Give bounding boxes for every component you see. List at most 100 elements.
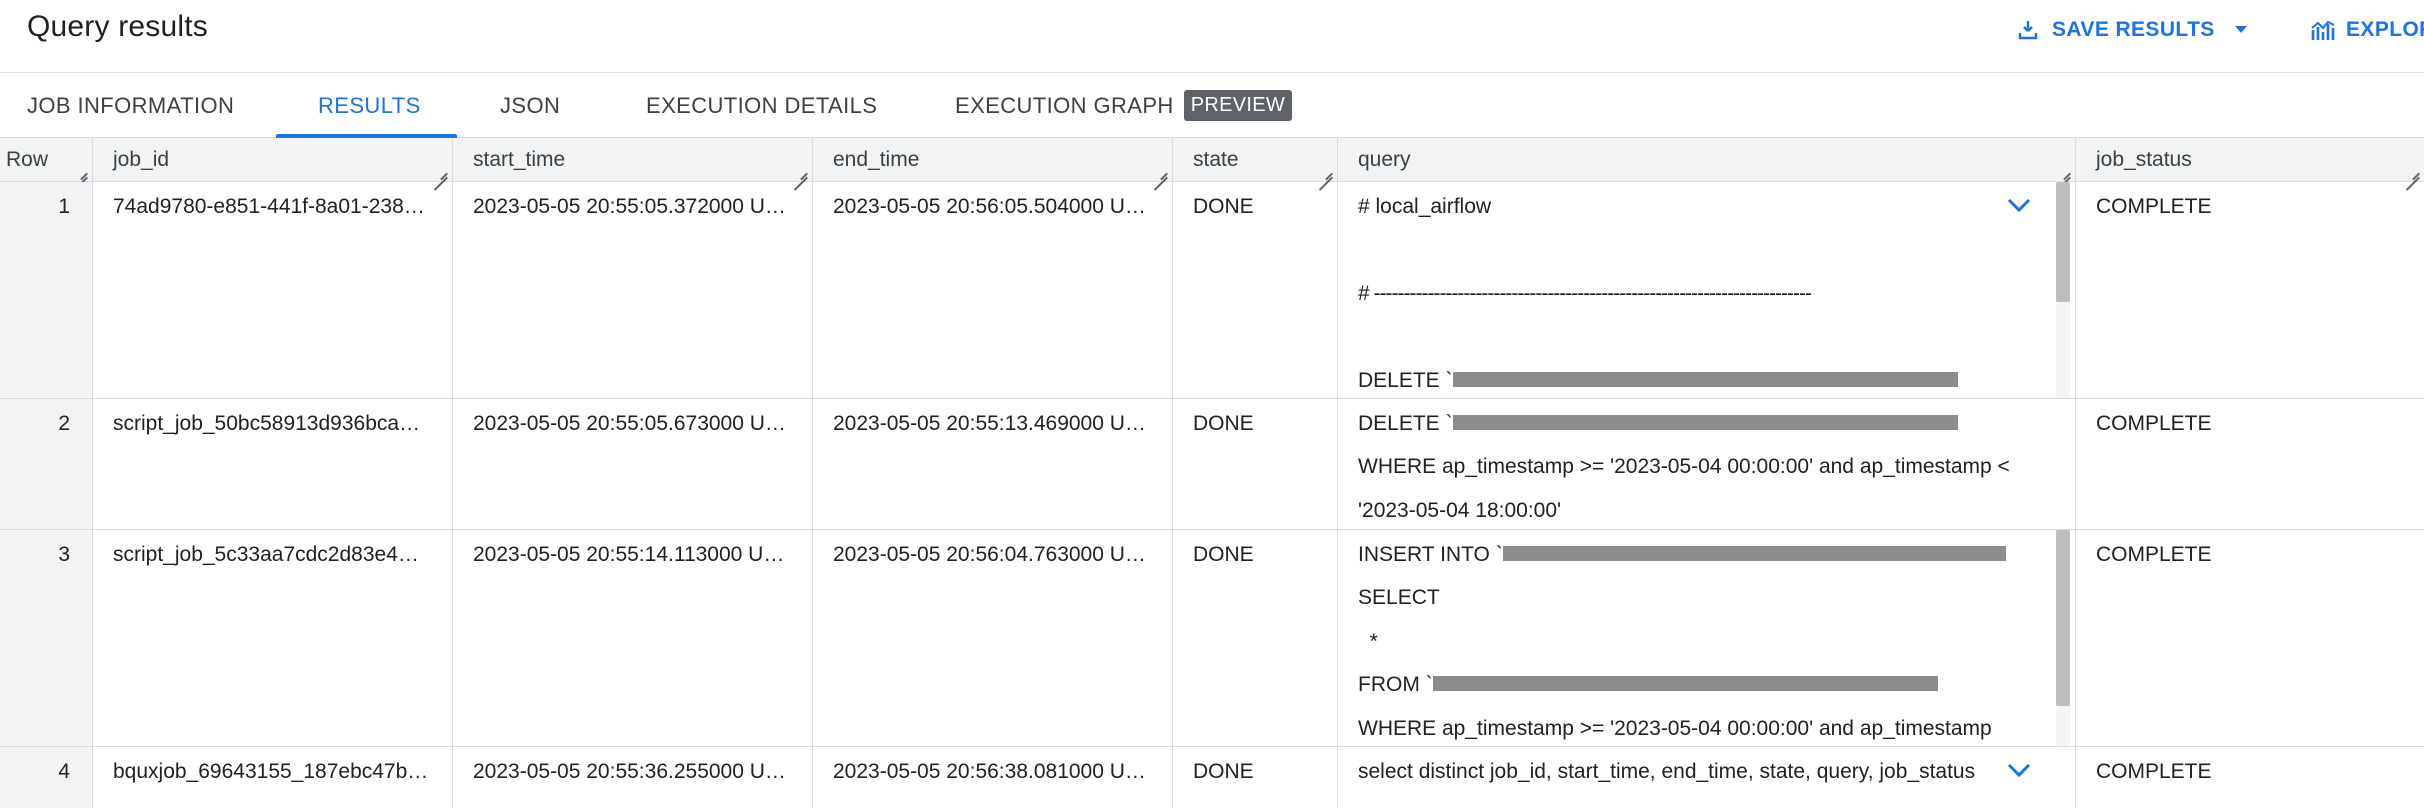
tab-label: EXECUTION GRAPH	[955, 92, 1174, 118]
query-scrollbar[interactable]	[2056, 182, 2070, 302]
state-cell[interactable]: DONE	[1173, 182, 1338, 398]
job-id-cell[interactable]: script_job_50bc58913d936bca…	[93, 399, 453, 529]
download-icon	[2016, 18, 2040, 42]
column-resize-handle[interactable]	[434, 164, 448, 178]
row-number: 2	[0, 399, 93, 529]
column-label: Row	[6, 148, 49, 171]
column-resize-handle[interactable]	[1154, 164, 1168, 178]
table-row: 3 script_job_5c33aa7cdc2d83e4… 2023-05-0…	[0, 530, 2424, 747]
row-number: 4	[0, 747, 93, 808]
row-number: 3	[0, 530, 93, 746]
column-header-start-time[interactable]: start_time	[453, 138, 813, 182]
redacted-block	[1432, 676, 1938, 692]
column-label: state	[1193, 148, 1239, 171]
query-line: select distinct job_id, start_time, end_…	[1358, 761, 1976, 783]
job-status-cell[interactable]: COMPLETE	[2076, 399, 2424, 529]
results-header: Query results SAVE RESULTS EXPLORE	[0, 0, 2424, 72]
column-resize-handle[interactable]	[794, 164, 808, 178]
tab-label: JSON	[500, 92, 561, 118]
column-header-state[interactable]: state	[1173, 138, 1338, 182]
column-label: job_status	[2096, 148, 2192, 171]
state-cell[interactable]: DONE	[1173, 399, 1338, 529]
query-scrollbar[interactable]	[2056, 530, 2070, 706]
column-resize-handle[interactable]	[2406, 164, 2420, 178]
results-tabs: JOB INFORMATION RESULTS JSON EXECUTION D…	[0, 72, 2424, 138]
query-line: DELETE `	[1358, 413, 2035, 456]
end-time-cell[interactable]: 2023-05-05 20:56:38.081000 U…	[813, 747, 1173, 808]
query-cell[interactable]: # local_airflow # ----------------------…	[1338, 182, 2076, 398]
column-header-row[interactable]: Row	[0, 138, 93, 182]
query-line: # local_airflow	[1358, 196, 1492, 218]
state-cell[interactable]: DONE	[1173, 747, 1338, 808]
column-header-job-id[interactable]: job_id	[93, 138, 453, 182]
column-resize-handle[interactable]	[74, 164, 88, 178]
job-status-cell[interactable]: COMPLETE	[2076, 747, 2424, 808]
start-time-cell[interactable]: 2023-05-05 20:55:36.255000 U…	[453, 747, 813, 808]
tab-label: JOB INFORMATION	[27, 92, 235, 118]
column-label: start_time	[473, 148, 566, 171]
chevron-down-icon[interactable]	[2004, 757, 2034, 785]
save-results-button[interactable]: SAVE RESULTS	[2016, 12, 2249, 48]
query-cell[interactable]: select distinct job_id, start_time, end_…	[1338, 747, 2076, 808]
column-label: end_time	[833, 148, 920, 171]
start-time-cell[interactable]: 2023-05-05 20:55:14.113000 U…	[453, 530, 813, 746]
end-time-cell[interactable]: 2023-05-05 20:56:04.763000 U…	[813, 530, 1173, 746]
query-cell[interactable]: INSERT INTO ` SELECT * FROM ` WHERE ap_t…	[1338, 530, 2076, 746]
explore-data-label: EXPLORE	[2346, 18, 2424, 41]
query-line: INSERT INTO `	[1358, 544, 2035, 587]
redacted-block	[1452, 414, 1958, 430]
job-id-cell[interactable]: 74ad9780-e851-441f-8a01-238…	[93, 182, 453, 398]
preview-badge: PREVIEW	[1183, 90, 1293, 121]
query-line: DELETE `	[1358, 370, 2035, 398]
save-results-label: SAVE RESULTS	[2052, 18, 2215, 41]
chevron-down-icon[interactable]	[2004, 192, 2034, 220]
column-label: query	[1358, 148, 1411, 171]
column-header-job-status[interactable]: job_status	[2076, 138, 2424, 182]
job-status-cell[interactable]: COMPLETE	[2076, 530, 2424, 746]
tab-label: RESULTS	[318, 92, 421, 118]
job-id-cell[interactable]: script_job_5c33aa7cdc2d83e4…	[93, 530, 453, 746]
table-row: 4 bquxjob_69643155_187ebc47b… 2023-05-05…	[0, 747, 2424, 808]
tab-label: EXECUTION DETAILS	[646, 92, 878, 118]
query-line: FROM `	[1358, 674, 2035, 717]
end-time-cell[interactable]: 2023-05-05 20:56:05.504000 U…	[813, 182, 1173, 398]
query-line: # --------------------------------------…	[1358, 282, 1812, 305]
tab-job-information[interactable]: JOB INFORMATION	[27, 73, 234, 138]
end-time-cell[interactable]: 2023-05-05 20:55:13.469000 U…	[813, 399, 1173, 529]
column-resize-handle[interactable]	[2057, 164, 2071, 178]
query-text: INSERT INTO `	[1358, 544, 1503, 566]
query-line: '2023-05-04 18:00:00'	[1358, 499, 1562, 522]
query-text: DELETE `	[1358, 369, 1453, 392]
row-number: 1	[0, 182, 93, 398]
table-header-row: Row job_id start_time end_time state que…	[0, 138, 2424, 182]
query-text: DELETE `	[1358, 413, 1453, 435]
redacted-block	[1452, 371, 1958, 387]
column-header-end-time[interactable]: end_time	[813, 138, 1173, 182]
column-label: job_id	[113, 148, 170, 171]
table-row: 2 script_job_50bc58913d936bca… 2023-05-0…	[0, 399, 2424, 530]
query-line: *	[1358, 630, 1378, 653]
query-cell[interactable]: DELETE ` WHERE ap_timestamp >= '2023-05-…	[1338, 399, 2076, 529]
column-resize-handle[interactable]	[1319, 164, 1333, 178]
redacted-block	[1502, 545, 2006, 561]
query-line: WHERE ap_timestamp >= '2023-05-04 00:00:…	[1358, 717, 1992, 740]
start-time-cell[interactable]: 2023-05-05 20:55:05.673000 U…	[453, 399, 813, 529]
chart-icon	[2310, 18, 2336, 42]
query-line	[1358, 326, 2035, 369]
tab-execution-details[interactable]: EXECUTION DETAILS	[646, 73, 877, 138]
column-header-query[interactable]: query	[1338, 138, 2076, 182]
tab-results[interactable]: RESULTS	[318, 73, 421, 138]
query-text: FROM `	[1358, 674, 1433, 697]
explore-data-button[interactable]: EXPLORE	[2310, 12, 2424, 48]
caret-down-icon[interactable]	[2233, 24, 2249, 36]
results-table: Row job_id start_time end_time state que…	[0, 138, 2424, 808]
query-line	[1358, 239, 2035, 282]
page-title: Query results	[27, 10, 208, 43]
job-id-cell[interactable]: bquxjob_69643155_187ebc47b…	[93, 747, 453, 808]
table-row: 1 74ad9780-e851-441f-8a01-238… 2023-05-0…	[0, 182, 2424, 399]
state-cell[interactable]: DONE	[1173, 530, 1338, 746]
start-time-cell[interactable]: 2023-05-05 20:55:05.372000 U…	[453, 182, 813, 398]
tab-json[interactable]: JSON	[500, 73, 560, 138]
job-status-cell[interactable]: COMPLETE	[2076, 182, 2424, 398]
tab-execution-graph[interactable]: EXECUTION GRAPH PREVIEW	[955, 73, 1293, 138]
